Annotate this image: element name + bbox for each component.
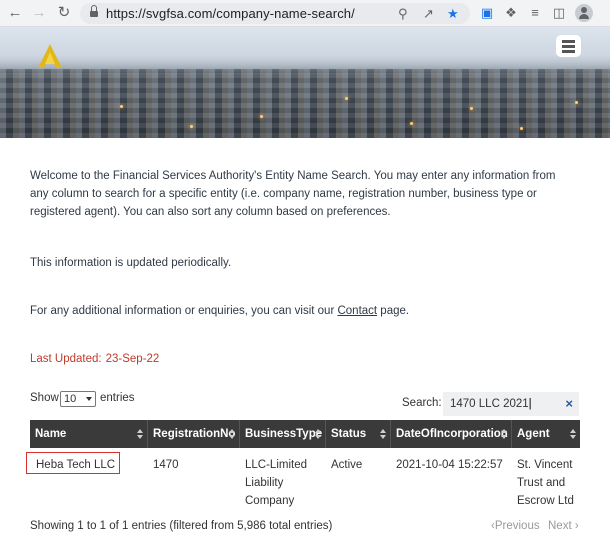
back-arrow-icon[interactable]: ← [5,3,25,23]
cell-date: 2021-10-04 15:22:57 [396,459,503,471]
page-size-select[interactable]: 10 [60,391,96,407]
update-notice: This information is updated periodically… [30,257,232,269]
side-panel-icon[interactable]: ◫ [550,4,568,22]
last-updated-label: Last Updated: [30,353,102,365]
sort-icon [380,429,386,439]
reading-list-icon[interactable]: ≡ [526,4,544,22]
extension-app-icon[interactable]: ▣ [478,4,496,22]
bookmark-star-icon[interactable]: ★ [447,6,459,21]
last-updated-date: 23-Sep-22 [105,353,160,365]
search-label: Search: [402,397,442,409]
fsa-logo-icon[interactable] [30,42,70,70]
extensions-puzzle-icon[interactable]: ❖ [502,4,520,22]
forward-arrow-icon[interactable]: → [29,3,49,23]
column-header-name[interactable]: Name [30,420,148,448]
welcome-paragraph: Welcome to the Financial Services Author… [30,170,556,218]
cell-business-type: LLC-Limited Liability Company [245,459,307,507]
url-text: https://svgfsa.com/company-name-search/ [106,6,355,21]
reload-icon[interactable]: ↻ [54,3,74,23]
sort-icon [501,429,507,439]
table-info: Showing 1 to 1 of 1 entries (filtered fr… [30,520,333,532]
column-header-status[interactable]: Status [326,420,391,448]
column-header-registration[interactable]: RegistrationNo [148,420,240,448]
menu-hamburger-icon[interactable] [556,35,581,57]
contact-link[interactable]: Contact [337,305,377,317]
chevron-down-icon [86,397,92,401]
city-photo [0,69,610,138]
column-header-business-type[interactable]: BusinessType [240,420,326,448]
table-header: Name RegistrationNo BusinessType Status … [30,420,580,448]
entity-table: Name RegistrationNo BusinessType Status … [26,420,580,512]
table-row[interactable]: Heba Tech LLC 1470 LLC-Limited Liability… [26,448,580,512]
sort-icon [570,429,576,439]
last-updated: Last Updated: 23-Sep-22 [30,353,159,365]
previous-button[interactable]: ‹Previous [491,520,540,532]
next-button[interactable]: Next › [548,520,579,532]
column-header-date[interactable]: DateOfIncorporation [391,420,512,448]
hero-banner [0,27,610,138]
cell-registration-no: 1470 [153,459,179,471]
zoom-icon[interactable]: ⚲ [398,6,408,21]
lock-icon [90,5,98,18]
sort-icon [137,429,143,439]
browser-toolbar: ← → ↻ https://svgfsa.com/company-name-se… [0,0,610,27]
show-label: Show [30,392,59,404]
cell-name: Heba Tech LLC [36,459,116,471]
cell-agent: St. Vincent Trust and Escrow Ltd [517,459,574,507]
column-header-agent[interactable]: Agent [512,420,580,448]
entries-label: entries [100,392,135,404]
address-bar[interactable]: https://svgfsa.com/company-name-search/ … [80,3,470,24]
cell-status: Active [331,459,363,471]
sort-icon [315,429,321,439]
sort-icon [229,429,235,439]
clear-search-icon[interactable]: × [565,392,573,416]
contact-paragraph: For any additional information or enquir… [30,305,410,317]
profile-avatar-icon[interactable] [575,4,593,22]
share-icon[interactable]: ↗ [423,6,434,21]
search-input[interactable]: 1470 LLC 2021| × [443,392,579,416]
chevron-right-icon: › [574,520,579,532]
